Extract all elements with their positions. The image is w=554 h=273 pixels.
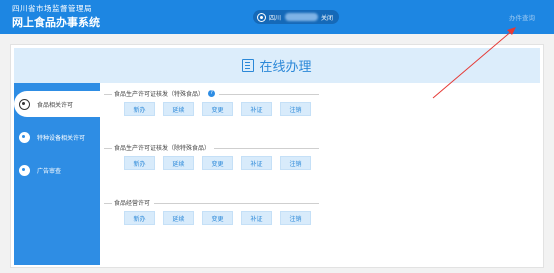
page-title-bar: 在线办理 [14,48,540,83]
button-row: 新办 延续 变更 补证 注销 [124,211,319,225]
circle-icon [19,98,30,110]
renew-button[interactable]: 延续 [163,156,194,170]
redacted-username [285,13,319,21]
sidebar-item-special-equipment[interactable]: 特种设备相关许可 [14,124,100,150]
help-icon[interactable]: ? [208,90,216,97]
sidebar: 食品相关许可 特种设备相关许可 广告审查 [14,83,102,265]
section-title: 食品生产许可证核发（特殊食品） ? [112,89,220,98]
sidebar-item-ad-review[interactable]: 广告审查 [14,157,100,183]
reissue-button[interactable]: 补证 [241,102,272,116]
agency-subtitle: 四川省市场监督管理局 [12,4,92,13]
section-title-text: 食品生产许可证核发（除特殊食品） [114,145,211,152]
section-title-text: 食品生产许可证核发（特殊食品） [114,91,205,98]
change-button[interactable]: 变更 [202,156,233,170]
logout-link[interactable]: 关闭 [321,13,333,22]
user-icon [257,12,266,22]
change-button[interactable]: 变更 [202,102,233,116]
user-pill[interactable]: 四川 关闭 [253,10,339,24]
user-name: 四川 [269,14,282,22]
circle-icon [19,131,30,143]
circle-icon [19,164,30,176]
section-title: 食品经营许可 [112,198,155,207]
sidebar-item-label: 广告审查 [37,167,62,175]
system-title: 网上食品办事系统 [12,16,100,29]
reissue-button[interactable]: 补证 [241,211,272,225]
button-row: 新办 延续 变更 补证 注销 [124,156,319,170]
section-title-text: 食品经营许可 [114,200,151,207]
form-icon [242,59,255,72]
page-title: 在线办理 [259,60,312,75]
sidebar-item-food-license[interactable]: 食品相关许可 [14,91,102,117]
new-button[interactable]: 新办 [124,102,155,116]
sidebar-item-label: 食品相关许可 [37,101,74,109]
renew-button[interactable]: 延续 [163,102,194,116]
top-header: 四川省市场监督管理局 网上食品办事系统 四川 关闭 办件查询 [0,0,554,34]
cancel-button[interactable]: 注销 [280,156,311,170]
cancel-button[interactable]: 注销 [280,211,311,225]
change-button[interactable]: 变更 [202,211,233,225]
button-row: 新办 延续 变更 补证 注销 [124,102,319,116]
sidebar-item-label: 特种设备相关许可 [37,134,86,142]
cancel-button[interactable]: 注销 [280,102,311,116]
new-button[interactable]: 新办 [124,156,155,170]
new-button[interactable]: 新办 [124,211,155,225]
guide-link[interactable]: 办件查询 [509,12,535,22]
renew-button[interactable]: 延续 [163,211,194,225]
section-title: 食品生产许可证核发（除特殊食品） [112,143,215,152]
reissue-button[interactable]: 补证 [241,156,272,170]
